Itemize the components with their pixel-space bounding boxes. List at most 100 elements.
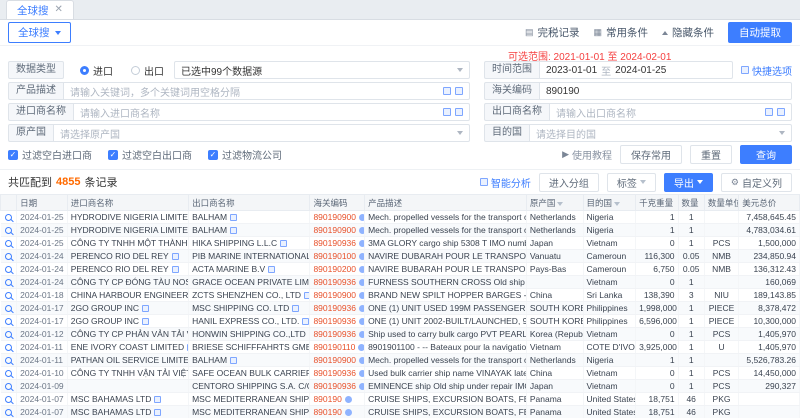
company-profile-icon[interactable] [142,305,149,312]
column-header-date[interactable]: 日期 [17,195,68,211]
cell-hs-code[interactable]: 890190900 [310,289,365,302]
filter-checkbox[interactable]: ✓过滤空白出口商 [108,147,192,162]
cell-exporter-name[interactable]: HIKA SHIPPING L.L.C [189,237,310,250]
origin-country-select[interactable]: 请选择原产国 [54,124,470,142]
cell-importer-name[interactable]: MSC BAHAMAS LTD [67,406,188,418]
company-profile-icon[interactable] [154,409,161,416]
magnifier-icon[interactable] [5,227,12,234]
table-row[interactable]: 2024-01-07MSC BAHAMAS LTDMSC MEDITERRANE… [1,406,800,418]
hs-detail-icon[interactable] [359,240,365,247]
product-desc-input[interactable]: 请输入关键词，多个关键词用空格分隔 [64,82,470,100]
hs-detail-icon[interactable] [359,370,365,377]
enter-group-button[interactable]: 进入分组 [539,173,599,192]
hide-conditions-button[interactable]: 隐藏条件 [662,25,714,40]
customize-columns-button[interactable]: ⚙ 自定义列 [721,173,792,192]
cell-hs-code[interactable]: 890190100 [310,250,365,263]
hs-code-input[interactable]: 890190 [540,82,792,100]
common-conditions-button[interactable]: ▦ 常用条件 [593,25,648,40]
cell-exporter-name[interactable]: ACTA MARINE B.V [189,263,310,276]
company-profile-icon[interactable] [230,227,237,234]
hs-detail-icon[interactable] [359,253,365,260]
radio-export[interactable]: 出口 [131,63,164,78]
tab-global-search[interactable]: 全球搜 ✕ [6,0,74,19]
company-profile-icon[interactable] [304,292,310,299]
cell-importer-name[interactable]: PATHAN OIL SERVICE LIMITED [67,354,188,367]
cell-hs-code[interactable]: 890190936 [310,315,365,328]
cell-exporter-name[interactable]: BRIESE SCHIFFFAHRTS GMBH & CO [189,341,310,354]
magnifier-icon[interactable] [5,396,12,403]
cell-importer-name[interactable]: 2GO GROUP INC [67,315,188,328]
hs-detail-icon[interactable] [358,344,364,351]
filter-checkbox[interactable]: ✓过滤空白进口商 [8,147,92,162]
cell-hs-code[interactable]: 890190200 [310,263,365,276]
date-from-value[interactable]: 2023-01-01 [546,65,597,76]
company-profile-icon[interactable] [142,318,149,325]
cell-importer-name[interactable]: CÔNG TY TNHH VẬN TẢI VIỆT THUẬN [67,367,188,380]
records-button[interactable]: ▤ 完税记录 [525,25,580,40]
column-header-dest-country[interactable]: 目的国 [583,195,636,211]
column-header-usd-total[interactable]: 美元总价 [739,195,800,211]
column-header-quantity-unit[interactable]: 数量单位 [704,195,738,211]
cell-importer-name[interactable]: CÔNG TY CP ĐÓNG TÀU NOSCO SHIPYARD [67,276,188,289]
cell-hs-code[interactable]: 890190900 [310,224,365,237]
hs-detail-icon[interactable] [345,409,352,416]
filter-checkbox[interactable]: ✓过滤物流公司 [208,147,282,162]
cell-hs-code[interactable]: 890190936 [310,276,365,289]
quick-options-link[interactable]: 快捷选项 [741,63,792,78]
company-profile-icon[interactable] [230,357,237,364]
magnifier-icon[interactable] [5,240,12,247]
tag-button[interactable]: 标签 [607,173,656,192]
hs-detail-icon[interactable] [359,305,365,312]
company-profile-icon[interactable] [302,318,309,325]
cell-hs-code[interactable]: 890190110 [310,341,365,354]
magnifier-icon[interactable] [5,279,12,286]
column-header-product-desc[interactable]: 产品描述 [365,195,527,211]
company-profile-icon[interactable] [280,240,287,247]
magnifier-icon[interactable] [5,357,12,364]
company-profile-icon[interactable] [154,396,161,403]
column-header-kg-weight[interactable]: 千克重量 [636,195,678,211]
magnifier-icon[interactable] [5,292,12,299]
cell-importer-name[interactable]: MSC BAHAMAS LTD [67,393,188,406]
batch-input-icon[interactable] [777,108,785,116]
cell-exporter-name[interactable]: MSC SHIPPING CO. LTD [189,302,310,315]
exact-match-icon[interactable] [443,108,451,116]
table-row[interactable]: 2024-01-25HYDRODIVE NIGERIA LIMITEDBALHA… [1,224,800,237]
hs-detail-icon[interactable] [359,357,365,364]
hs-detail-icon[interactable] [359,279,365,286]
date-to-value[interactable]: 2024-01-25 [615,65,666,76]
cell-importer-name[interactable]: PERENCO RIO DEL REY [67,263,188,276]
search-button[interactable]: 查询 [740,145,792,164]
radio-import[interactable]: 进口 [80,63,113,78]
cell-importer-name[interactable] [67,380,188,393]
hs-detail-icon[interactable] [359,292,365,299]
batch-input-icon[interactable] [455,87,463,95]
hs-detail-icon[interactable] [345,396,352,403]
magnifier-icon[interactable] [5,370,12,377]
table-row[interactable]: 2024-01-11PATHAN OIL SERVICE LIMITEDBALH… [1,354,800,367]
magnifier-icon[interactable] [5,331,12,338]
cell-exporter-name[interactable]: BALHAM [189,224,310,237]
cell-importer-name[interactable]: 2GO GROUP INC [67,302,188,315]
magnifier-icon[interactable] [5,409,12,416]
table-row[interactable]: 2024-01-11ENE IVORY COAST LIMITEDBRIESE … [1,341,800,354]
column-header-origin-country[interactable]: 原产国 [526,195,583,211]
magnifier-icon[interactable] [5,253,12,260]
magnifier-icon[interactable] [5,305,12,312]
column-header-quantity[interactable]: 数量 [678,195,704,211]
export-button[interactable]: 导出 [664,173,713,192]
exporter-input[interactable]: 请输入出口商名称 [550,103,792,121]
cell-exporter-name[interactable]: BALHAM [189,354,310,367]
cell-exporter-name[interactable]: MSC MEDITERRANEAN SHIPPING CO., SA [189,393,310,406]
exact-match-icon[interactable] [765,108,773,116]
cell-hs-code[interactable]: 890190936 [310,328,365,341]
smart-analysis-button[interactable]: 智能分析 [480,175,531,190]
cell-importer-name[interactable]: CÔNG TY CP PHẢN VẢN TẢI VÀ TIẾP VẬN P [67,328,188,341]
cell-importer-name[interactable]: CÔNG TY TNHH MỘT THÀNH VIÊN ĐÓNG TÀ [67,237,188,250]
close-icon[interactable]: ✕ [55,5,63,15]
table-row[interactable]: 2024-01-25HYDRODIVE NIGERIA LIMITEDBALHA… [1,211,800,224]
table-row[interactable]: 2024-01-172GO GROUP INCHANIL EXPRESS CO.… [1,315,800,328]
cell-exporter-name[interactable]: SAFE OCEAN BULK CARRIER PTE LTD [189,367,310,380]
cell-exporter-name[interactable]: ZCTS SHENZHEN CO., LTD [189,289,310,302]
cell-exporter-name[interactable]: HANIL EXPRESS CO., LTD. [189,315,310,328]
